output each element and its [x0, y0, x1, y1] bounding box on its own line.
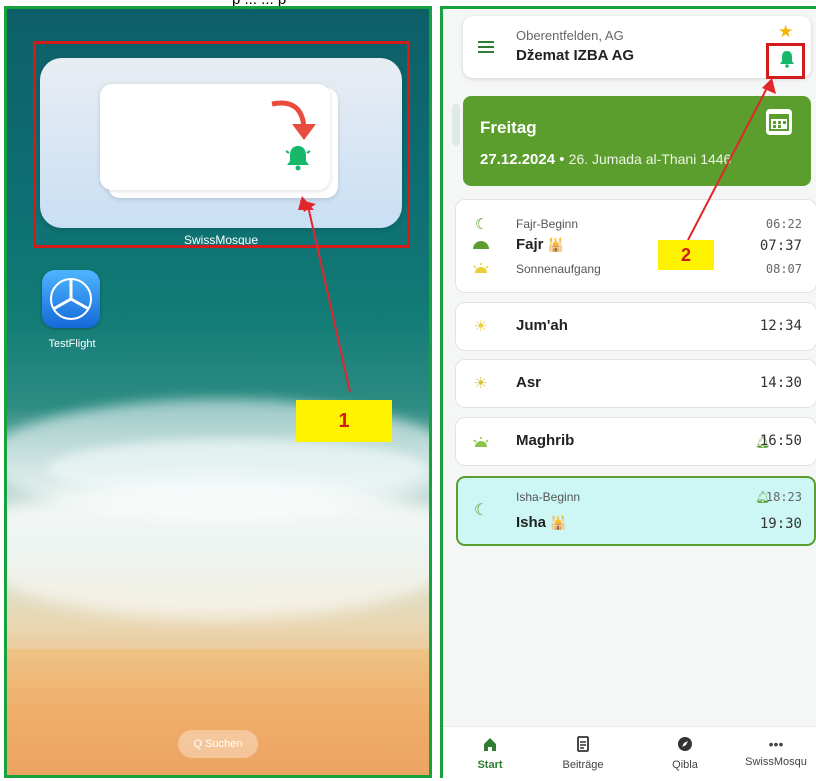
fajr-time: 07:37 [759, 238, 802, 254]
home-icon [484, 738, 496, 751]
nav-more[interactable]: ••• SwissMosqu [736, 736, 816, 768]
document-icon [577, 736, 589, 752]
date-line: 27.12.2024 • 26. Jumada al-Thani 1446 [480, 151, 732, 168]
annotation-number-1: 1 [296, 400, 392, 442]
favorite-star-icon[interactable]: ★ [778, 22, 793, 42]
nav-qibla[interactable]: Qibla [645, 736, 725, 771]
isha-time: 19:30 [759, 516, 802, 532]
annotation-number-2: 2 [658, 240, 714, 270]
nav-start[interactable]: Start [450, 736, 530, 771]
fajr-begin-label: Fajr-Beginn [516, 217, 579, 231]
sunrise-time: 08:07 [765, 262, 802, 276]
location-city: Oberentfelden, AG [516, 28, 624, 43]
fajr-label: Fajr 🕌 [516, 236, 564, 253]
sunrise-label: Sonnenaufgang [516, 262, 601, 276]
side-tab [452, 104, 460, 146]
asr-time: 14:30 [759, 375, 802, 391]
isha-begin-time: 18:23 [765, 490, 802, 504]
jumah-time: 12:34 [759, 318, 802, 334]
testflight-label: TestFlight [48, 338, 96, 350]
testflight-app-icon[interactable] [42, 270, 100, 328]
mosque-icon: 🕌 [547, 237, 564, 252]
mosque-icon: 🕌 [550, 515, 567, 530]
moon-icon: ☾ [474, 502, 489, 519]
sunrise-icon [473, 263, 489, 273]
menu-icon[interactable] [478, 41, 494, 53]
jumah-label: Jum'ah [516, 317, 568, 334]
sun-icon: ☀ [474, 318, 488, 335]
more-icon: ••• [768, 736, 784, 752]
fajr-begin-time: 06:22 [765, 217, 802, 231]
mosque-name: Džemat IZBA AG [516, 47, 635, 64]
sun-icon: ☀ [474, 375, 488, 392]
maghrib-label: Maghrib [516, 432, 575, 449]
maghrib-time: 16:50 [759, 433, 802, 449]
calendar-icon[interactable] [766, 109, 792, 135]
isha-label: Isha 🕌 [516, 514, 567, 531]
annotation-frame-bell [766, 43, 805, 79]
sunset-icon [473, 437, 489, 447]
prayer-card-isha[interactable] [456, 476, 816, 546]
annotation-frame-widget [33, 41, 410, 248]
isha-begin-label: Isha-Beginn [516, 490, 581, 504]
dawn-icon [473, 241, 489, 249]
propeller-icon [50, 278, 92, 320]
spotlight-search-button[interactable]: Q Suchen [178, 730, 258, 758]
asr-label: Asr [516, 374, 542, 391]
moon-icon: ☾ [475, 216, 489, 233]
nav-beitraege[interactable]: Beiträge [543, 736, 623, 771]
compass-icon [678, 737, 692, 751]
date-card[interactable] [463, 96, 811, 186]
weekday: Freitag [480, 118, 537, 137]
